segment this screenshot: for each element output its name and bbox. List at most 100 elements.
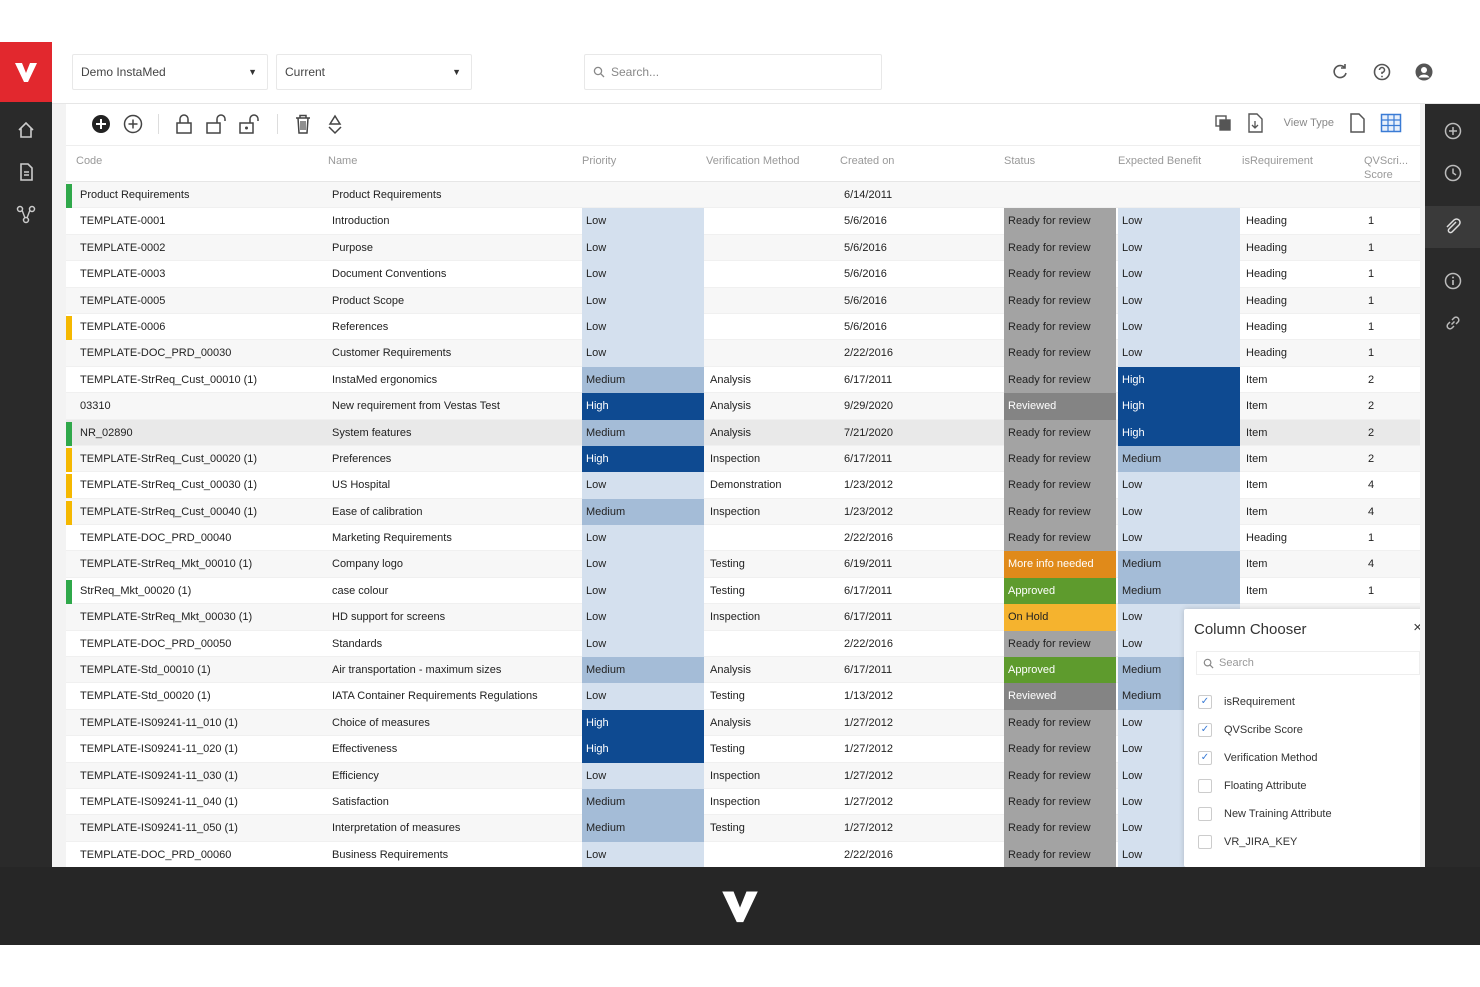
cell-score[interactable]: 4 — [1364, 551, 1416, 577]
cell-status[interactable]: More info needed — [1004, 551, 1116, 578]
cell-isreq[interactable]: Item — [1242, 420, 1362, 446]
checkbox-unchecked-icon[interactable] — [1198, 779, 1212, 793]
cell-method[interactable]: Analysis — [706, 710, 838, 736]
table-row[interactable]: Product Requirements Product Requirements… — [66, 182, 1420, 209]
cell-benefit[interactable]: Low — [1118, 208, 1240, 235]
cell-name[interactable]: Product Scope — [328, 288, 578, 314]
cell-status[interactable]: Approved — [1004, 657, 1116, 684]
column-header[interactable]: QVScri... Score — [1364, 154, 1408, 182]
cell-code[interactable]: TEMPLATE-0003 — [76, 261, 326, 287]
cell-isreq[interactable]: Item — [1242, 551, 1362, 577]
cell-method[interactable]: Testing — [706, 815, 838, 841]
cell-code[interactable]: TEMPLATE-0005 — [76, 288, 326, 314]
cell-method[interactable]: Analysis — [706, 657, 838, 683]
cell-created[interactable]: 5/6/2016 — [840, 288, 1000, 314]
search-input[interactable]: Search... — [584, 54, 882, 90]
trash-icon[interactable] — [292, 113, 314, 135]
cell-isreq[interactable]: Heading — [1242, 314, 1362, 340]
cell-priority[interactable]: High — [582, 709, 704, 737]
cell-priority[interactable]: Low — [582, 340, 704, 367]
cell-isreq[interactable]: Item — [1242, 472, 1362, 498]
cell-priority[interactable]: Low — [582, 287, 704, 314]
cell-method[interactable] — [706, 182, 838, 208]
cell-priority[interactable]: Low — [582, 683, 704, 710]
cell-name[interactable]: Satisfaction — [328, 789, 578, 815]
history-icon[interactable] — [1444, 164, 1462, 182]
export-document-icon[interactable] — [1246, 113, 1264, 133]
cell-priority[interactable]: Low — [582, 208, 704, 235]
cell-status[interactable]: Ready for review — [1004, 419, 1116, 446]
help-icon[interactable] — [1372, 62, 1392, 82]
cell-created[interactable]: 6/17/2011 — [840, 578, 1000, 604]
table-row[interactable]: TEMPLATE-StrReq_Cust_00010 (1) InstaMed e… — [66, 366, 1420, 394]
add-filled-icon[interactable] — [90, 113, 112, 135]
table-row[interactable]: TEMPLATE-StrReq_Mkt_00010 (1) Company log… — [66, 551, 1420, 578]
cell-score[interactable]: 2 — [1364, 420, 1416, 446]
cell-code[interactable]: TEMPLATE-Std_00020 (1) — [76, 683, 326, 709]
cell-method[interactable]: Testing — [706, 736, 838, 762]
cell-created[interactable]: 6/17/2011 — [840, 604, 1000, 630]
cell-name[interactable]: Preferences — [328, 446, 578, 472]
cell-name[interactable]: Efficiency — [328, 763, 578, 789]
cell-method[interactable]: Inspection — [706, 763, 838, 789]
cell-priority[interactable]: Low — [582, 604, 704, 631]
table-row[interactable]: StrReq_Mkt_00020 (1) case colour Low Testin… — [66, 577, 1420, 605]
column-option[interactable]: ✓ QVScribe Score — [1198, 723, 1303, 737]
cell-status[interactable] — [1004, 182, 1116, 208]
cell-code[interactable]: TEMPLATE-IS09241-11_030 (1) — [76, 763, 326, 789]
cell-priority[interactable]: Low — [582, 525, 704, 552]
cell-created[interactable]: 1/27/2012 — [840, 815, 1000, 841]
cell-method[interactable]: Testing — [706, 578, 838, 604]
cell-method[interactable] — [706, 208, 838, 234]
cell-benefit[interactable] — [1118, 182, 1240, 208]
cell-score[interactable]: 2 — [1364, 393, 1416, 419]
cell-isreq[interactable]: Heading — [1242, 208, 1362, 234]
cell-score[interactable]: 4 — [1364, 472, 1416, 498]
cell-code[interactable]: TEMPLATE-0001 — [76, 208, 326, 234]
cell-benefit[interactable]: Medium — [1118, 577, 1240, 605]
cell-status[interactable]: Ready for review — [1004, 498, 1116, 526]
cell-benefit[interactable]: Low — [1118, 234, 1240, 262]
cell-name[interactable]: Business Requirements — [328, 842, 578, 867]
column-header[interactable]: Priority — [582, 154, 616, 168]
cell-benefit[interactable]: Low — [1118, 525, 1240, 552]
table-row[interactable]: NR_02890 System features Medium Analysis 7/2… — [66, 419, 1420, 446]
cell-score[interactable]: 1 — [1364, 314, 1416, 340]
cell-method[interactable] — [706, 235, 838, 261]
info-icon[interactable] — [1444, 272, 1462, 290]
cell-created[interactable]: 1/27/2012 — [840, 763, 1000, 789]
app-logo[interactable] — [0, 42, 52, 102]
cell-created[interactable]: 1/27/2012 — [840, 736, 1000, 762]
cell-name[interactable]: Customer Requirements — [328, 340, 578, 366]
cell-priority[interactable]: Low — [582, 261, 704, 288]
column-header[interactable]: isRequirement — [1242, 154, 1313, 168]
cell-score[interactable]: 1 — [1364, 261, 1416, 287]
cell-code[interactable]: TEMPLATE-DOC_PRD_00060 — [76, 842, 326, 867]
cell-priority[interactable]: Low — [582, 551, 704, 578]
cell-score[interactable]: 2 — [1364, 446, 1416, 472]
cell-name[interactable]: Introduction — [328, 208, 578, 234]
table-row[interactable]: TEMPLATE-DOC_PRD_00030 Customer Requireme… — [66, 340, 1420, 367]
project-select[interactable]: Demo InstaMed ▼ — [72, 54, 268, 90]
cell-name[interactable]: New requirement from Vestas Test — [328, 393, 578, 419]
cell-method[interactable] — [706, 314, 838, 340]
cell-name[interactable]: Purpose — [328, 235, 578, 261]
cell-created[interactable]: 2/22/2016 — [840, 525, 1000, 551]
cell-created[interactable]: 5/6/2016 — [840, 208, 1000, 234]
cell-name[interactable]: US Hospital — [328, 472, 578, 498]
table-row[interactable]: TEMPLATE-0001 Introduction Low 5/6/2016 Read… — [66, 208, 1420, 235]
unlock-icon[interactable] — [205, 113, 227, 135]
cell-priority[interactable]: Low — [582, 762, 704, 789]
cell-priority[interactable]: Medium — [582, 498, 704, 526]
cell-score[interactable]: 1 — [1364, 288, 1416, 314]
cell-name[interactable]: Company logo — [328, 551, 578, 577]
column-header[interactable]: Created on — [840, 154, 894, 168]
cell-isreq[interactable]: Heading — [1242, 235, 1362, 261]
checkbox-unchecked-icon[interactable] — [1198, 807, 1212, 821]
cell-code[interactable]: Product Requirements — [76, 182, 326, 208]
cell-created[interactable]: 1/27/2012 — [840, 789, 1000, 815]
cell-method[interactable] — [706, 261, 838, 287]
cell-benefit[interactable]: Low — [1118, 340, 1240, 367]
cell-method[interactable]: Demonstration — [706, 472, 838, 498]
cell-name[interactable]: Effectiveness — [328, 736, 578, 762]
